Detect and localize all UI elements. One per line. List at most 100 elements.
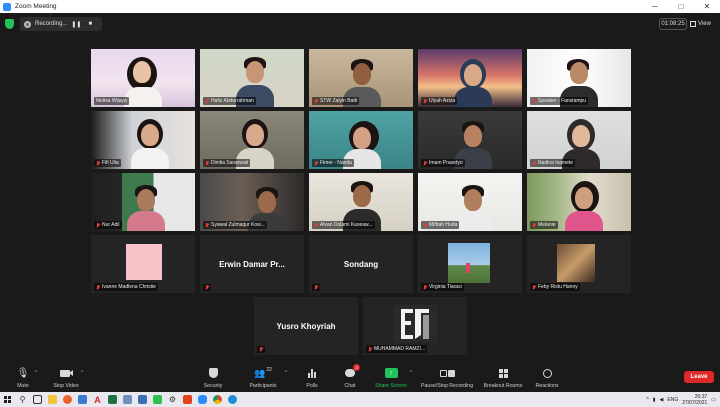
muted-mic-icon	[96, 222, 100, 228]
breakout-rooms-icon	[498, 366, 508, 380]
share-options-caret-icon[interactable]: ^	[410, 370, 412, 376]
mail-icon[interactable]	[120, 392, 135, 407]
video-tile[interactable]: Fifi Ulia	[91, 111, 195, 169]
torso	[454, 87, 492, 107]
video-tile[interactable]: Nur Adil	[91, 173, 195, 231]
task-view-icon[interactable]	[30, 392, 45, 407]
participant-name: Ulyah Aziza	[421, 97, 458, 105]
video-tile[interactable]: Melanie	[527, 173, 631, 231]
photos-icon[interactable]	[135, 392, 150, 407]
search-icon[interactable]: ⚲	[15, 392, 30, 407]
stop-recording-button[interactable]: ■	[85, 21, 95, 27]
tray-chevron-icon[interactable]: ^	[646, 397, 648, 403]
video-tile[interactable]: Ivanne Madlena Christie	[91, 235, 195, 293]
video-tile[interactable]: Dimlia Saraswati	[200, 111, 304, 169]
zoom-taskbar-icon[interactable]	[195, 392, 210, 407]
grid-view-icon	[690, 21, 696, 27]
face	[464, 189, 482, 211]
video-tile[interactable]: MUHAMMAD RAMZI...	[363, 297, 467, 355]
taskbar-clock[interactable]: 20:37 27/07/2021	[682, 394, 707, 406]
pause-recording-button[interactable]: ❚❚	[71, 21, 81, 28]
close-button[interactable]: ✕	[694, 0, 720, 13]
participant-name: Nur Adil	[94, 221, 122, 229]
edge-icon[interactable]	[225, 392, 240, 407]
video-tile[interactable]: Speaker - Fanstampu	[527, 49, 631, 107]
network-icon[interactable]: ▮	[653, 397, 656, 403]
window-title: Zoom Meeting	[15, 3, 57, 10]
video-tile[interactable]: Syawal Zulmaqur Kow...	[200, 173, 304, 231]
muted-mic-icon	[532, 98, 536, 104]
video-tile[interactable]: Ulyah Aziza	[418, 49, 522, 107]
video-tile[interactable]: Alvan Dolami Kaseaw...	[309, 173, 413, 231]
face	[464, 64, 482, 86]
language-indicator[interactable]: ENG	[667, 397, 678, 403]
office-icon[interactable]	[180, 392, 195, 407]
maximize-button[interactable]: □	[668, 0, 694, 13]
video-tile[interactable]: Fimer - Nanda	[309, 111, 413, 169]
line-icon[interactable]	[150, 392, 165, 407]
recording-icon	[24, 20, 31, 28]
video-tile[interactable]: Erwin Damar Pr...	[200, 235, 304, 293]
muted-mic-icon	[96, 284, 100, 290]
video-tile[interactable]: Nadina Isamete	[527, 111, 631, 169]
video-tile[interactable]: Hafiz Abdurrahman	[200, 49, 304, 107]
chat-button[interactable]: 3 Chat	[327, 364, 373, 389]
volume-icon[interactable]: ◀	[660, 397, 664, 403]
face	[258, 191, 276, 213]
minimize-button[interactable]: ─	[642, 0, 668, 13]
security-button[interactable]: Security	[190, 366, 236, 389]
pause-recording-label: Pause/Stop Recording	[421, 383, 473, 389]
notifications-icon[interactable]: ▭	[711, 397, 716, 403]
settings-gear-icon[interactable]: ⚙	[165, 392, 180, 407]
pause-stop-recording-button[interactable]: Pause/Stop Recording	[421, 366, 473, 389]
face	[353, 185, 371, 207]
participant-name: Speaker - Fanstampu	[530, 97, 589, 105]
video-tile[interactable]: Imam Prasetyo	[418, 111, 522, 169]
mute-button[interactable]: 🎙 Mute	[0, 366, 46, 390]
encryption-shield-icon[interactable]	[5, 19, 14, 29]
torso	[454, 211, 492, 231]
video-options-caret-icon[interactable]: ^	[81, 370, 83, 376]
file-explorer-icon[interactable]	[45, 392, 60, 407]
participant-name: Dimlia Saraswati	[203, 159, 251, 167]
reactions-label: Reactions	[535, 383, 559, 389]
acrobat-icon[interactable]: A	[90, 392, 105, 407]
meeting-top-bar: Recording... ❚❚ ■ 01:08:25 View	[0, 13, 720, 35]
title-bar: Zoom Meeting ─ □ ✕	[0, 0, 720, 13]
windows-taskbar: ⚲ A ⚙ ^ ▮ ◀ ENG 20:37 27/07/2021 ▭	[0, 392, 720, 407]
view-button[interactable]: View	[690, 18, 711, 30]
face	[570, 62, 588, 84]
profile-picture	[557, 244, 595, 282]
windows-start-icon[interactable]	[0, 392, 15, 407]
recording-label: Recording...	[35, 21, 68, 27]
share-screen-button[interactable]: ↑ Share Screen	[368, 366, 414, 389]
muted-mic-icon	[423, 160, 427, 166]
participant-name	[203, 284, 211, 291]
excel-icon[interactable]	[105, 392, 120, 407]
chrome-icon[interactable]	[210, 392, 225, 407]
participant-name: STW Zalyin Batti	[312, 97, 360, 105]
profile-picture	[448, 243, 490, 283]
participants-options-caret-icon[interactable]: ^	[285, 370, 287, 376]
video-tile[interactable]: Sondang	[309, 235, 413, 293]
video-tile[interactable]: Yusro Khoyriah	[254, 297, 358, 355]
chat-icon: 3	[345, 364, 360, 380]
mute-label: Mute	[17, 383, 29, 389]
video-tile[interactable]: Mifttah Huda	[418, 173, 522, 231]
breakout-rooms-button[interactable]: Breakout Rooms	[480, 366, 526, 389]
polls-icon	[308, 366, 316, 380]
store-icon[interactable]	[75, 392, 90, 407]
video-tile[interactable]: STW Zalyin Batti	[309, 49, 413, 107]
audio-options-caret-icon[interactable]: ^	[35, 370, 37, 376]
video-tile[interactable]: Melisa Wijaya	[91, 49, 195, 107]
firefox-icon[interactable]	[60, 392, 75, 407]
participant-name: Fimer - Nanda	[312, 159, 354, 167]
muted-mic-icon	[205, 98, 209, 104]
leave-button[interactable]: Leave	[684, 371, 714, 383]
participant-name: Hafiz Abdurrahman	[203, 97, 256, 105]
participants-button[interactable]: 👥 22 Participants	[240, 366, 286, 389]
video-tile[interactable]: Feby Ristu Hanny	[527, 235, 631, 293]
video-tile[interactable]: Virginia Tiarasi	[418, 235, 522, 293]
reactions-button[interactable]: Reactions	[524, 366, 570, 389]
recording-indicator: Recording... ❚❚ ■	[20, 17, 102, 31]
